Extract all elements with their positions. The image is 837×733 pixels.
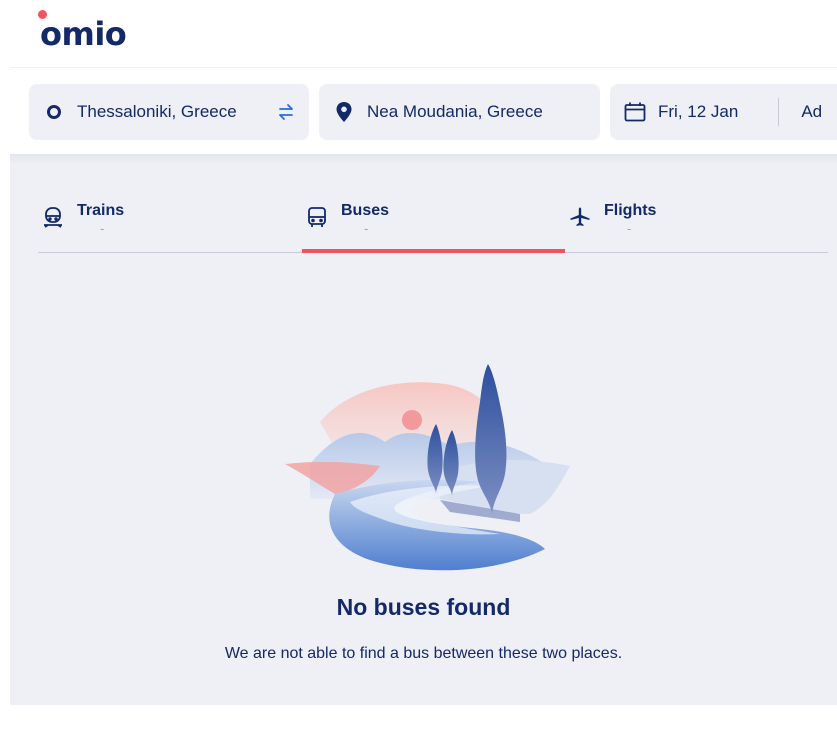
calendar-icon [624, 101, 646, 123]
tab-trains-label: Trains [77, 202, 125, 219]
omio-logo[interactable]: omio [38, 10, 127, 53]
transport-tabs: Trains - Buses - Flights - [38, 190, 828, 254]
tab-buses-count: - [364, 221, 369, 236]
bottom-strip [0, 705, 837, 733]
search-bar-shadow [10, 154, 837, 164]
destination-field[interactable]: Nea Moudania, Greece [319, 84, 600, 140]
date-value: Fri, 12 Jan [658, 102, 739, 121]
bus-icon [306, 206, 328, 228]
swap-arrows-icon[interactable] [275, 101, 297, 123]
tab-flights-label: Flights [604, 202, 657, 219]
tab-trains-count: - [100, 221, 105, 236]
tab-buses[interactable]: Buses - [302, 190, 565, 253]
origin-field[interactable]: Thessaloniki, Greece [29, 84, 309, 140]
date-separator [778, 98, 780, 126]
empty-state-message: We are not able to find a bus between th… [224, 645, 623, 662]
empty-state-illustration [285, 364, 570, 571]
logo-dot [38, 10, 47, 19]
empty-state-title: No buses found [336, 594, 511, 620]
airplane-icon [569, 206, 591, 228]
tab-flights[interactable]: Flights - [565, 190, 828, 253]
tab-trains[interactable]: Trains - [38, 190, 301, 253]
passengers-value[interactable]: Ad [801, 102, 822, 122]
search-bar: Thessaloniki, Greece Nea Moudania, Greec… [10, 68, 837, 154]
destination-value: Nea Moudania, Greece [367, 102, 543, 121]
tab-buses-label: Buses [341, 202, 390, 219]
origin-circle-icon [43, 101, 65, 123]
active-tab-indicator [302, 249, 565, 253]
train-icon [42, 206, 64, 228]
logo-text: omio [40, 15, 127, 53]
location-pin-icon [333, 101, 355, 123]
results-area: Trains - Buses - Flights - No buses foun… [10, 154, 837, 705]
header: omio [0, 0, 837, 68]
origin-value: Thessaloniki, Greece [77, 102, 237, 121]
date-field[interactable]: Fri, 12 Jan Ad [610, 84, 837, 140]
tab-flights-count: - [627, 221, 632, 236]
